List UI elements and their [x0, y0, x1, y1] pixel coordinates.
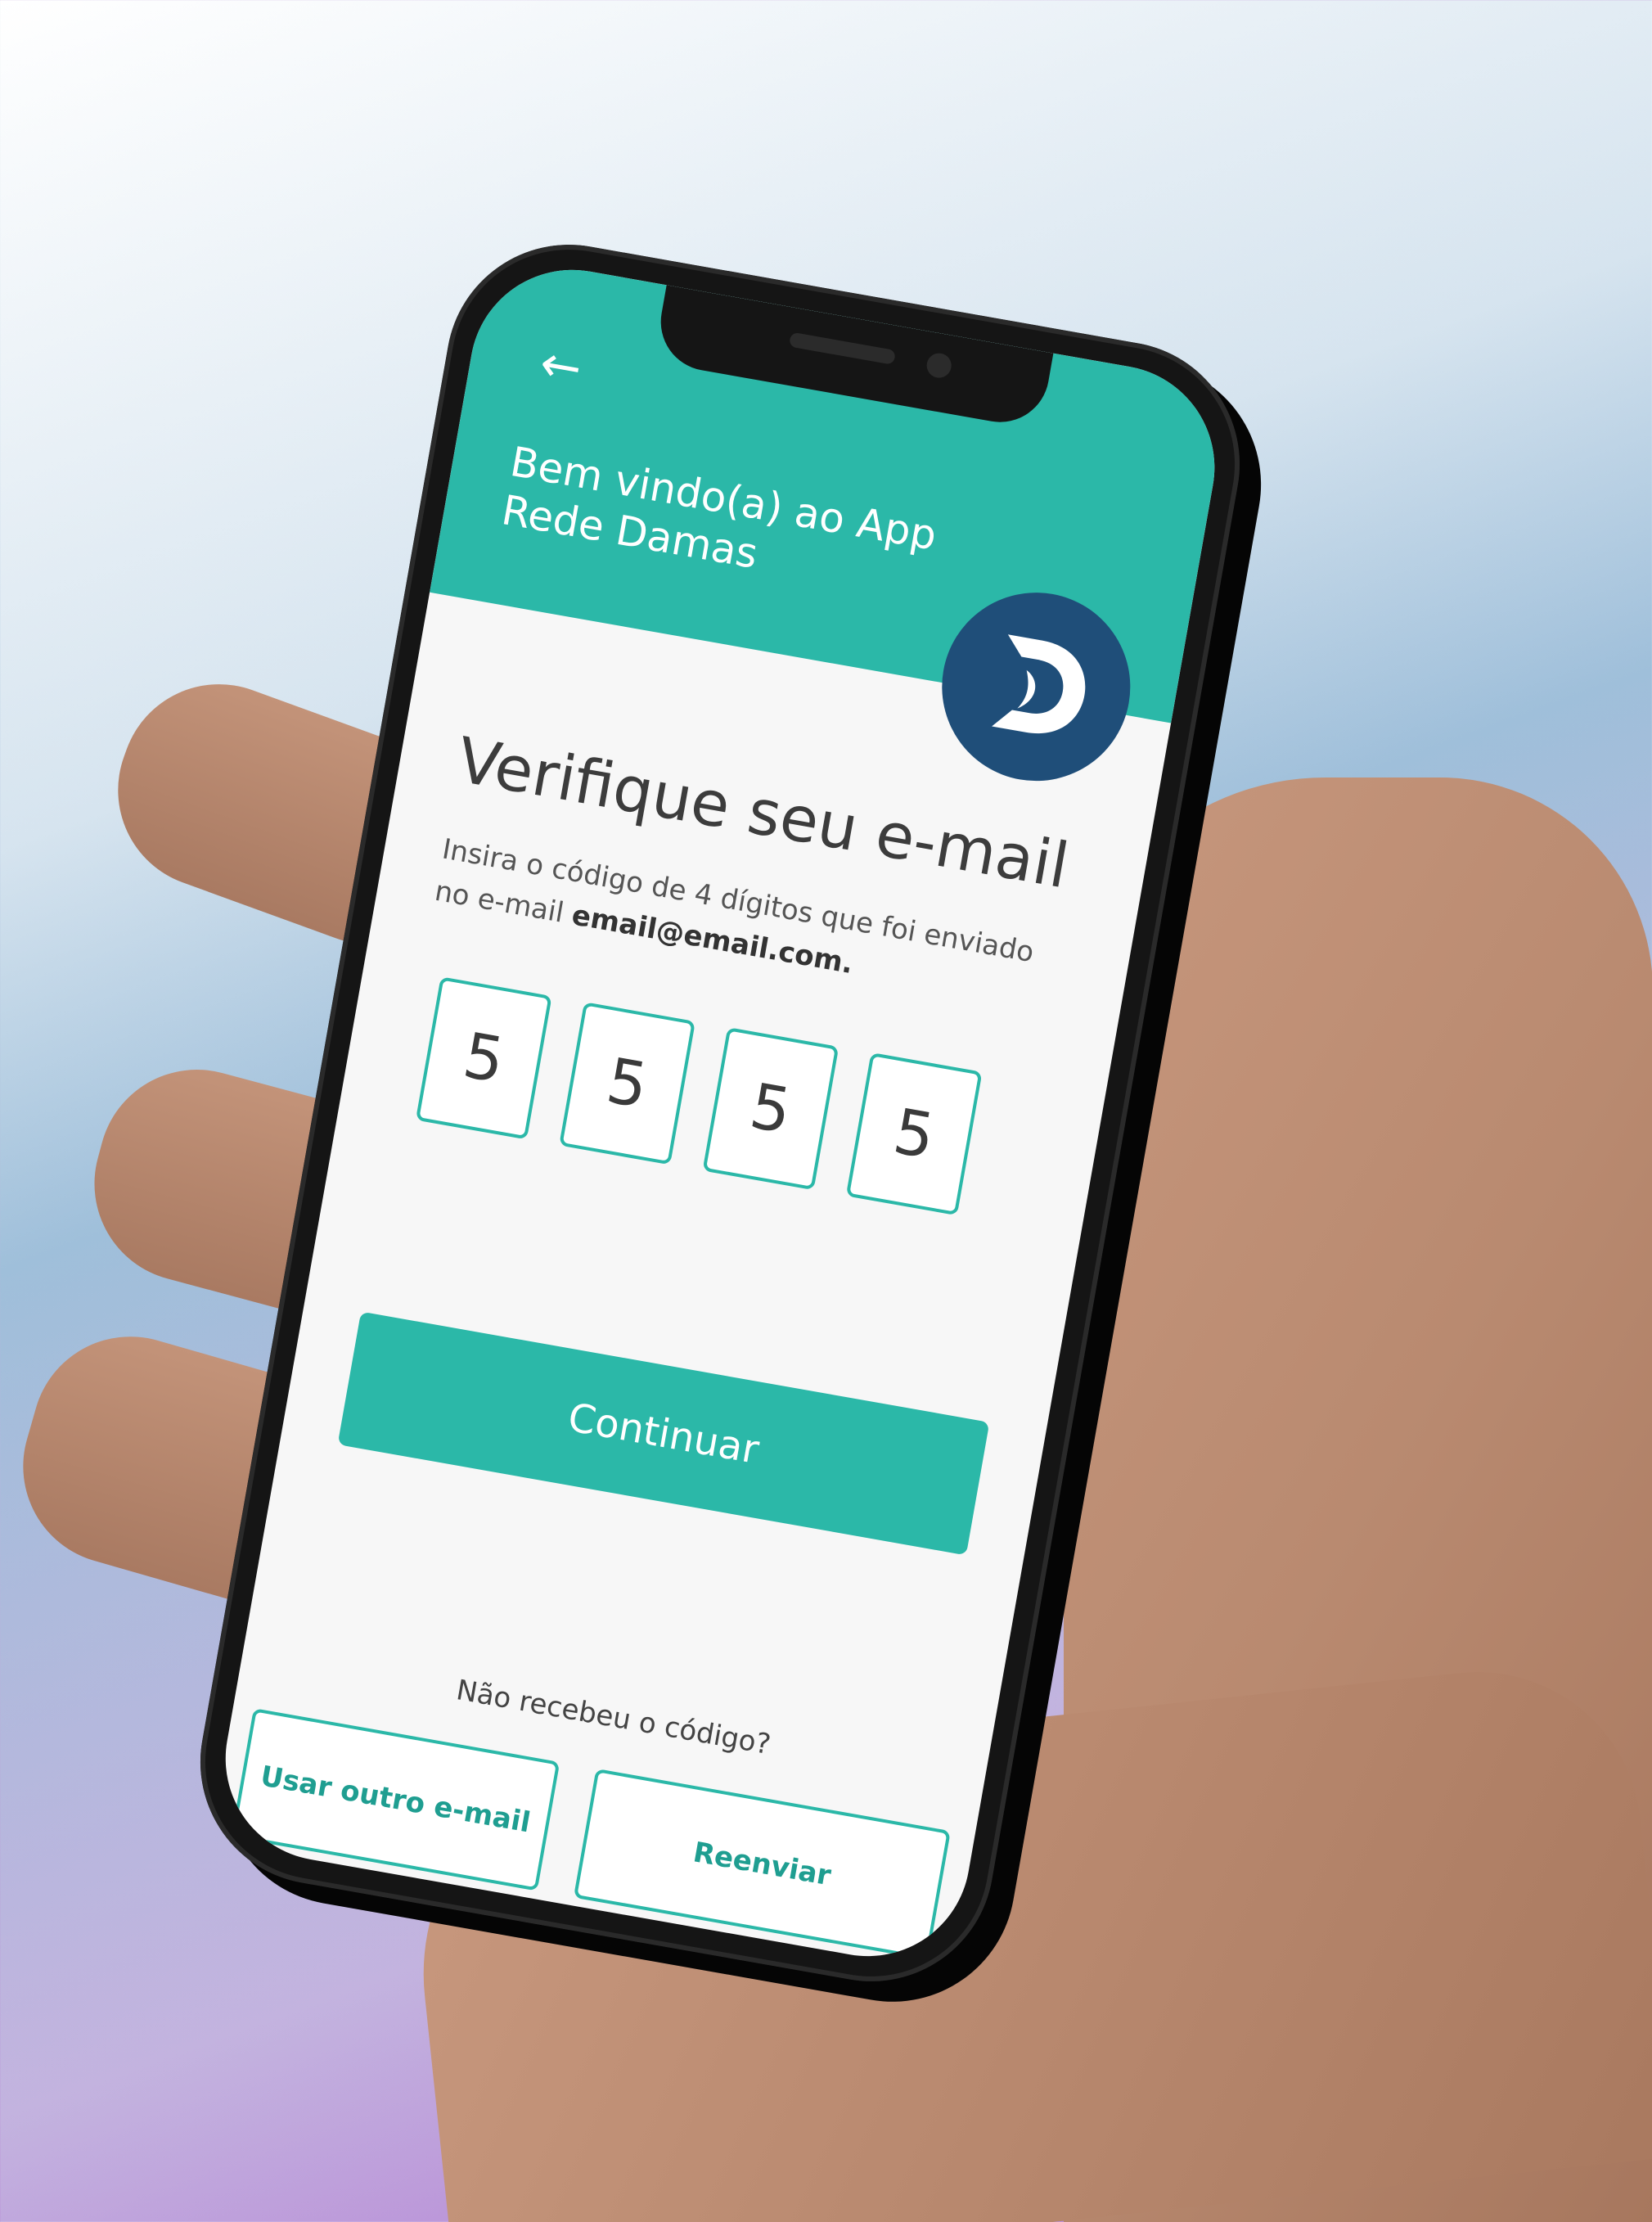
speaker-icon: [788, 331, 897, 365]
background: ← Bem vindo(a) ao App Rede Damas Verifiq…: [0, 0, 1652, 2222]
resend-button[interactable]: Reenviar: [573, 1768, 951, 1960]
continue-button[interactable]: Continuar: [337, 1311, 990, 1556]
code-digit-3[interactable]: 5: [702, 1027, 840, 1191]
back-arrow-icon[interactable]: ←: [524, 332, 598, 400]
code-digit-1[interactable]: 5: [415, 976, 552, 1140]
code-input-row: 5 5 5 5: [415, 976, 983, 1216]
camera-icon: [925, 351, 954, 380]
logo-d-icon: [992, 634, 1086, 734]
welcome-text: Bem vindo(a) ao App Rede Damas: [497, 437, 940, 579]
code-digit-4[interactable]: 5: [845, 1052, 983, 1216]
code-digit-2[interactable]: 5: [559, 1002, 695, 1165]
use-other-email-button[interactable]: Usar outro e-mail: [231, 1708, 560, 1891]
